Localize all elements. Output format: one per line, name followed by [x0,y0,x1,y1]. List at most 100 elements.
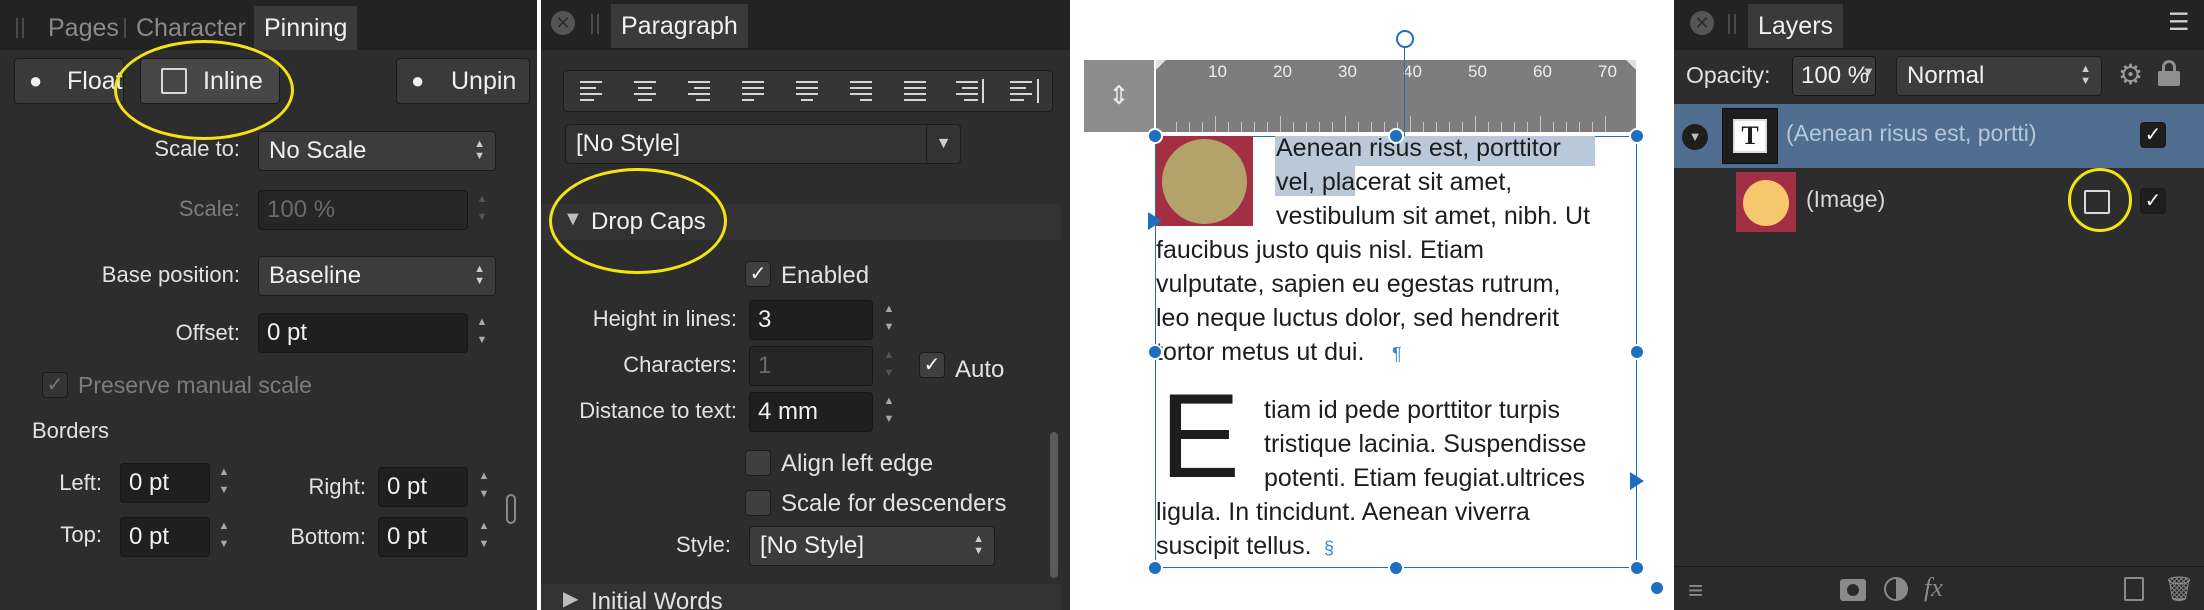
close-panel-icon[interactable]: ✕ [551,11,575,35]
justify-all-button[interactable] [888,71,942,111]
rotation-stem [1404,48,1405,136]
ruler-handle[interactable]: ⇕ [1084,60,1154,132]
border-left-label: Left: [59,470,102,495]
annotation-circle-pinned-indicator [2068,168,2132,232]
border-left-stepper[interactable]: ▲ ▼ [216,463,232,503]
selection-handle-top-left[interactable] [1147,128,1163,144]
scale-for-descenders-checkbox[interactable] [745,490,771,516]
border-right-stepper[interactable]: ▲ ▼ [476,467,492,507]
base-position-dropdown[interactable]: Baseline ▲ ▼ [258,256,496,296]
border-left-field[interactable]: 0 pt [120,463,210,503]
paragraph2-line: tristique lacinia. Suspendisse [1264,430,1587,458]
delete-layer-icon[interactable]: 🗑 [2164,575,2194,604]
align-towards-spine-icon [956,79,984,103]
tab-pinning[interactable]: Pinning [254,6,358,50]
horizontal-ruler[interactable]: 10 20 30 40 50 60 70 [1156,60,1636,132]
image-layer-visibility-checkbox[interactable]: ✓ [2140,188,2166,214]
add-pixel-layer-icon[interactable] [2124,577,2144,601]
scrollbar-thumb[interactable] [1050,432,1058,578]
adjustment-icon[interactable] [1884,577,1908,601]
blend-mode-dropdown[interactable]: Normal ▲ ▼ [1896,56,2102,96]
justify-right-button[interactable] [834,71,888,111]
document-canvas[interactable]: ⇕ 10 20 30 40 50 60 70 Aenean risus est,… [1070,0,1674,610]
height-in-lines-field[interactable]: 3 [749,300,873,340]
distance-to-text-stepper[interactable]: ▲ ▼ [881,392,897,432]
border-top-label: Top: [60,522,102,547]
selection-handle-top-right[interactable] [1629,128,1645,144]
auto-checkbox[interactable]: ✓ [919,352,945,378]
lock-icon[interactable] [2158,60,2180,86]
border-top-field[interactable]: 0 pt [120,517,210,557]
left-indent-marker-icon[interactable] [1156,60,1166,70]
align-towards-spine-button[interactable] [942,71,996,111]
mask-layer-icon[interactable] [1840,579,1866,601]
selection-handle-top[interactable] [1388,128,1404,144]
frame-out-port-icon[interactable] [1630,472,1644,490]
align-center-button[interactable] [618,71,672,111]
panel-grip-icon[interactable] [1728,14,1736,34]
ruler-label: 30 [1338,62,1357,81]
justify-center-button[interactable] [780,71,834,111]
panel-grip-icon[interactable] [16,18,24,38]
scale-to-dropdown[interactable]: No Scale ▲ ▼ [258,131,496,171]
preserve-manual-scale-checkbox[interactable]: ✓ [42,372,68,398]
layer-stack-icon[interactable]: ≡ [1688,575,1703,606]
link-borders-icon[interactable] [506,494,516,524]
border-top-stepper[interactable]: ▲ ▼ [216,517,232,557]
border-bottom-stepper[interactable]: ▲ ▼ [476,517,492,557]
scale-field[interactable]: 100 % [258,190,468,230]
scale-stepper[interactable]: ▲ ▼ [474,190,490,230]
panel-grip-icon[interactable] [591,14,599,34]
right-indent-marker-icon[interactable] [1626,60,1636,70]
distance-to-text-field[interactable]: 4 mm [749,392,873,432]
offset-field[interactable]: 0 pt [258,313,468,353]
updown-arrows-icon: ▲ ▼ [474,263,485,287]
align-left-button[interactable] [564,71,618,111]
characters-field[interactable]: 1 [749,346,873,386]
opacity-dropdown-arrow-icon[interactable]: ▼ [1862,64,1875,79]
align-right-button[interactable] [672,71,726,111]
selection-handle-bottom-right[interactable] [1629,560,1645,576]
paragraph1-line: leo neque luctus dolor, sed hendrerit [1156,304,1560,332]
panel-menu-icon[interactable]: ☰ [2168,8,2190,37]
layer-row-text[interactable]: ▼ T (Aenean risus est, portti) ✓ [1674,104,2204,168]
selection-handle-right[interactable] [1629,344,1645,360]
characters-stepper[interactable]: ▲ ▼ [881,346,897,386]
pinning-tab-bar: Pages Character Pinning [0,0,537,50]
selection-handle-bottom[interactable] [1388,560,1404,576]
frame-in-port-icon[interactable] [1148,212,1162,230]
drop-caps-style-dropdown[interactable]: [No Style] ▲ ▼ [749,526,995,566]
selection-handle-left[interactable] [1147,344,1163,360]
tab-pages[interactable]: Pages [48,6,119,50]
tab-paragraph[interactable]: Paragraph [611,4,748,48]
ruler-label: 10 [1208,62,1227,81]
preserve-manual-scale-label: Preserve manual scale [78,372,312,398]
expand-layer-icon[interactable]: ▼ [1682,124,1708,150]
tab-layers[interactable]: Layers [1748,4,1844,48]
offset-stepper[interactable]: ▲ ▼ [474,313,490,353]
pinned-image[interactable] [1156,136,1253,226]
selection-handle-bottom-left[interactable] [1147,560,1163,576]
text-layer-visibility-checkbox[interactable]: ✓ [2140,122,2166,148]
height-in-lines-stepper[interactable]: ▲ ▼ [881,300,897,340]
close-panel-icon[interactable]: ✕ [1690,11,1714,35]
rotation-handle[interactable] [1396,30,1414,48]
paragraph-style-dropdown[interactable]: [No Style] ▼ [565,124,961,164]
float-button[interactable]: ● Float [14,58,124,104]
image-layer-thumbnail [1736,172,1796,232]
text-layer-name: (Aenean risus est, portti) [1786,120,2037,146]
live-filter-fx-icon[interactable]: fx [1924,573,1943,603]
drop-caps-enabled-checkbox[interactable]: ✓ [745,261,771,287]
align-left-edge-checkbox[interactable] [745,450,771,476]
text-layer-thumbnail: T [1722,108,1778,164]
drop-caps-style-value: [No Style] [760,532,865,559]
initial-words-section-header[interactable]: ▶ Initial Words [541,584,1061,610]
align-away-from-spine-button[interactable] [996,71,1052,111]
border-right-field[interactable]: 0 pt [378,467,468,507]
border-bottom-field[interactable]: 0 pt [378,517,468,557]
unpin-button[interactable]: ● Unpin [396,58,530,104]
updown-arrows-icon: ▲ ▼ [474,138,485,162]
settings-gear-icon[interactable]: ⚙ [2118,58,2143,91]
justify-left-button[interactable] [726,71,780,111]
frame-size-handle[interactable] [1649,580,1665,596]
